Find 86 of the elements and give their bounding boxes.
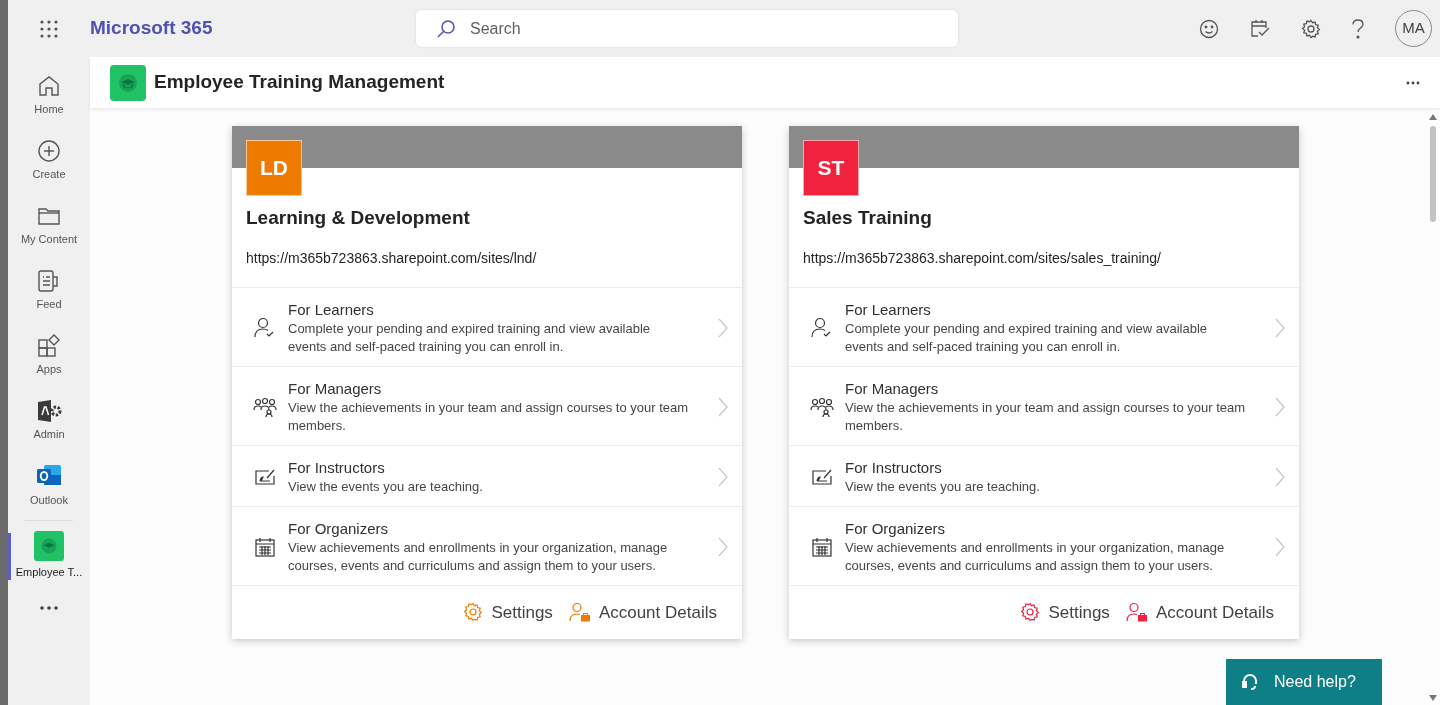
role-link[interactable]: For Instructors View the events you are teaching. bbox=[232, 444, 742, 506]
site-url: https://m365b723863.sharepoint.com/sites/lnd/ bbox=[246, 248, 538, 268]
link-description: Complete your pending and expired training and view available events and self-paced training you can enroll in. bbox=[288, 319, 652, 356]
apps-icon bbox=[37, 333, 61, 358]
link-description: Complete your pending and expired training and view available events and self-paced training you can enroll in. bbox=[845, 319, 1209, 356]
link-title: For Instructors bbox=[845, 457, 943, 478]
site-initials: ST bbox=[803, 140, 859, 196]
help-icon[interactable] bbox=[1351, 18, 1365, 39]
link-title: For Learners bbox=[288, 299, 375, 320]
brand-link[interactable]: Microsoft 365 bbox=[90, 17, 213, 39]
admin-icon bbox=[36, 398, 62, 423]
whiteboard-icon bbox=[811, 467, 833, 486]
settings-icon bbox=[1020, 602, 1041, 623]
link-title: For Organizers bbox=[845, 518, 947, 539]
link-description: View the achievements in your team and assign courses to your team members. bbox=[288, 398, 690, 435]
link-description: View the events you are teaching. bbox=[845, 477, 1041, 496]
add-icon bbox=[37, 138, 61, 163]
chevron-right-icon bbox=[718, 536, 728, 557]
scrollbar-thumb[interactable] bbox=[1430, 126, 1436, 222]
site-title: Learning & Development bbox=[246, 206, 471, 230]
calendar-icon bbox=[254, 535, 276, 558]
link-title: For Instructors bbox=[288, 457, 386, 478]
chevron-right-icon bbox=[1275, 466, 1285, 487]
more-options-icon[interactable] bbox=[1406, 80, 1420, 85]
account-link[interactable]: Account Details bbox=[1125, 599, 1274, 625]
account-link[interactable]: Account Details bbox=[568, 599, 717, 625]
people-icon bbox=[253, 395, 277, 418]
link-title: For Managers bbox=[288, 378, 383, 399]
link-description: View achievements and enrollments in your organization, manage courses, events and curriculums and assign them to your users. bbox=[288, 538, 669, 575]
role-link[interactable]: For Managers View the achievements in your team and assign courses to your team members. bbox=[232, 365, 742, 445]
site-initials: LD bbox=[246, 140, 302, 196]
settings-icon bbox=[463, 602, 484, 623]
chevron-right-icon bbox=[718, 396, 728, 417]
more-apps-icon[interactable] bbox=[39, 606, 59, 610]
settings-icon[interactable] bbox=[1301, 18, 1321, 39]
home-icon bbox=[37, 73, 61, 98]
chevron-right-icon bbox=[1275, 536, 1285, 557]
link-title: For Managers bbox=[845, 378, 940, 399]
app-logo-icon bbox=[110, 64, 146, 101]
scroll-up-icon[interactable] bbox=[1429, 114, 1437, 120]
headset-icon bbox=[1242, 673, 1258, 691]
app-launcher-icon[interactable] bbox=[39, 18, 59, 39]
settings-link[interactable]: Settings bbox=[463, 599, 553, 625]
person-briefcase-icon bbox=[1125, 602, 1148, 623]
rail-item[interactable]: My Content bbox=[8, 193, 90, 258]
link-description: View achievements and enrollments in your organization, manage courses, events and curriculums and assign them to your users. bbox=[845, 538, 1226, 575]
role-link[interactable]: For Managers View the achievements in your team and assign courses to your team members. bbox=[789, 365, 1299, 445]
person-check-icon bbox=[811, 316, 833, 339]
role-link[interactable]: For Learners Complete your pending and expired training and view available events and self-paced training you can enroll in. bbox=[232, 286, 742, 366]
people-icon bbox=[810, 395, 834, 418]
link-description: View the events you are teaching. bbox=[288, 477, 484, 496]
search-box[interactable]: Search bbox=[416, 10, 958, 47]
rail-item[interactable]: Home bbox=[8, 63, 90, 128]
role-link[interactable]: For Organizers View achievements and enrollments in your organization, manage courses, events and curriculums and assign them to your users. bbox=[232, 505, 742, 585]
search-field[interactable]: Search bbox=[468, 15, 944, 42]
chevron-right-icon bbox=[1275, 396, 1285, 417]
app-title: Employee Training Management bbox=[154, 70, 445, 95]
feed-icon bbox=[37, 268, 61, 293]
person-check-icon bbox=[254, 316, 276, 339]
calendar-check-icon[interactable] bbox=[1249, 18, 1271, 39]
rail-item[interactable]: Outlook bbox=[8, 453, 90, 518]
rail-item[interactable]: Admin bbox=[8, 388, 90, 453]
search-icon bbox=[436, 18, 456, 39]
person-briefcase-icon bbox=[568, 602, 591, 623]
help-button[interactable]: Need help? bbox=[1226, 659, 1382, 705]
rail-item[interactable]: Feed bbox=[8, 258, 90, 323]
settings-link[interactable]: Settings bbox=[1020, 599, 1110, 625]
site-url: https://m365b723863.sharepoint.com/sites/sales_training/ bbox=[803, 248, 1162, 268]
whiteboard-icon bbox=[254, 467, 276, 486]
role-link[interactable]: For Instructors View the events you are teaching. bbox=[789, 444, 1299, 506]
site-title: Sales Training bbox=[803, 206, 933, 230]
chevron-right-icon bbox=[1275, 317, 1285, 338]
link-title: For Organizers bbox=[288, 518, 390, 539]
link-title: For Learners bbox=[845, 299, 932, 320]
calendar-icon bbox=[811, 535, 833, 558]
role-link[interactable]: For Learners Complete your pending and expired training and view available events and self-paced training you can enroll in. bbox=[789, 286, 1299, 366]
chevron-right-icon bbox=[718, 466, 728, 487]
chevron-right-icon bbox=[718, 317, 728, 338]
rail-item[interactable]: Apps bbox=[8, 323, 90, 388]
rail-item[interactable]: Create bbox=[8, 128, 90, 193]
smiley-icon[interactable] bbox=[1199, 18, 1219, 39]
role-link[interactable]: For Organizers View achievements and enrollments in your organization, manage courses, events and curriculums and assign them to your users. bbox=[789, 505, 1299, 585]
link-description: View the achievements in your team and assign courses to your team members. bbox=[845, 398, 1247, 435]
app-logo-icon bbox=[34, 530, 64, 561]
scroll-down-icon[interactable] bbox=[1429, 695, 1437, 701]
rail-item[interactable]: Employee T... bbox=[8, 523, 90, 588]
